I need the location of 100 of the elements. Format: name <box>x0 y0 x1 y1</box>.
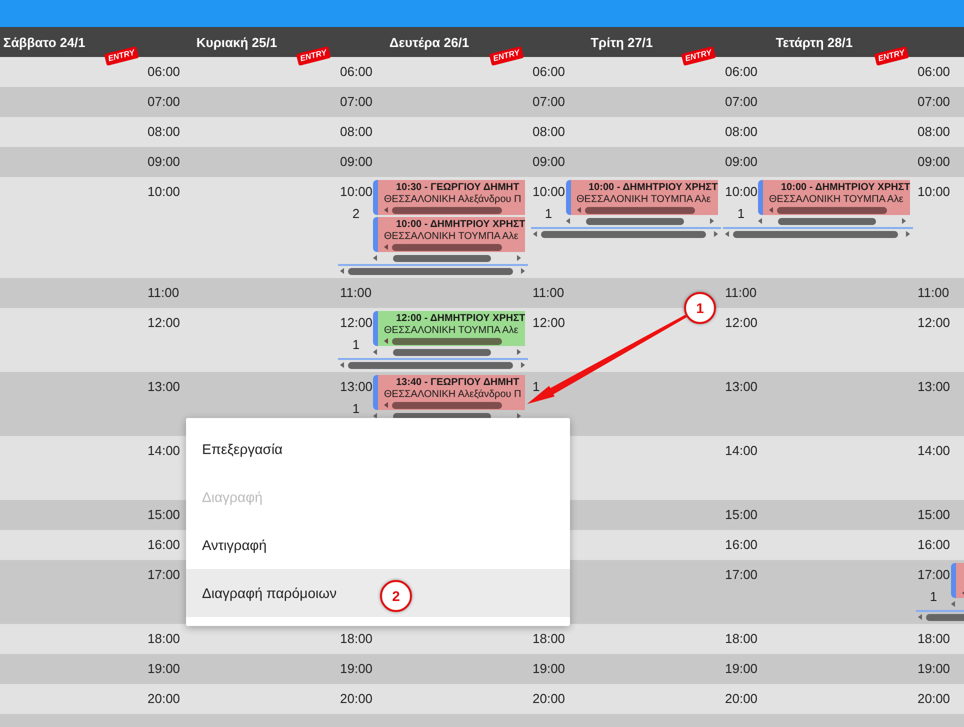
time-label: 17:00 <box>148 567 180 583</box>
time-label: 11:00 <box>918 285 950 301</box>
event-title: 10:30 - ΓΕΩΡΓΙΟΥ ΔΗΜΗΤ <box>395 182 520 194</box>
time-label: 20:00 <box>918 691 950 707</box>
event-card[interactable]: 12:00 - ΔΗΜΗΤΡΙΟΥ ΧΡΗΣΤ ΘΕΣΣΑΛΟΝΙΚΗ ΤΟΥΜΠΑ Αλε <box>373 311 525 346</box>
event-title: 10:00 - ΔΗΜΗΤΡΙΟΥ ΧΡΗΣΤ <box>588 182 718 194</box>
time-label: 19:00 <box>918 661 950 677</box>
time-label: 07:00 <box>340 94 372 110</box>
time-label: 16:00 <box>918 537 950 553</box>
time-label: 14:00 <box>918 443 950 459</box>
time-label: 18:00 <box>918 631 950 647</box>
time-label: 14:00 <box>148 443 180 459</box>
event-count: 1 <box>352 401 360 417</box>
time-label: 09:00 <box>725 154 757 170</box>
day-heading: Κυριακή 25/1 <box>196 34 278 50</box>
time-label: 12:00 <box>340 315 372 331</box>
event-card[interactable]: 10:00 - ΔΗΜΗΤΡΙΟΥ ΧΡΗΣΤ ΘΕΣΣΑΛΟΝΙΚΗ ΤΟΥΜΠΑ Αλε <box>758 180 910 215</box>
time-label: 07:00 <box>725 94 757 110</box>
time-label: 07:00 <box>532 94 564 110</box>
event-count: 2 <box>352 206 360 222</box>
time-label: 08:00 <box>918 124 950 140</box>
event-card[interactable]: 10:30 - ΓΕΩΡΓΙΟΥ ΔΗΜΗΤ ΘΕΣΣΑΛΟΝΙΚΗ Αλεξάνδρου Π <box>373 180 525 215</box>
day-heading: Τρίτη 27/1 <box>590 34 653 50</box>
event-location: ΘΕΣΣΑΛΟΝΙΚΗ ΤΟΥΜΠΑ Αλε <box>384 231 520 243</box>
time-label: 09:00 <box>340 154 372 170</box>
time-label: 15:00 <box>918 507 950 523</box>
time-label: 10:00 <box>918 184 950 200</box>
time-label: 14:00 <box>725 443 757 459</box>
time-label: 10:00 <box>148 184 180 200</box>
time-label: 16:00 <box>148 537 180 553</box>
event-count: 1 <box>544 206 552 222</box>
time-label: 08:00 <box>148 124 180 140</box>
time-label: 08:00 <box>532 124 564 140</box>
day-heading: Τετάρτη 28/1 <box>776 34 853 50</box>
event-title: 13:40 - ΓΕΩΡΓΙΟΥ ΔΗΜΗΤ <box>395 377 520 389</box>
event-location: ΘΕΣΣΑΛΟΝΙΚΗ ΤΟΥΜΠΑ Αλε <box>769 194 904 206</box>
time-label: 11:00 <box>148 285 180 301</box>
time-label: 06:00 <box>918 64 950 80</box>
time-label: 10:00 <box>340 184 372 200</box>
time-label: 12:00 <box>532 315 564 331</box>
menu-item[interactable]: Αντιγραφή <box>186 521 570 569</box>
time-label: 20:00 <box>340 691 372 707</box>
time-label: 11:00 <box>340 285 372 301</box>
time-label: 11:00 <box>725 285 757 301</box>
event-location: ΘΕΣΣΑΛΟΝΙΚΗ ΤΟΥΜΠΑ Αλε <box>576 194 712 206</box>
time-label: 15:00 <box>148 507 180 523</box>
time-label: 13:00 <box>148 379 180 395</box>
time-label: 06:00 <box>532 64 564 80</box>
time-label: 20:00 <box>532 691 564 707</box>
time-label: 12:00 <box>918 315 950 331</box>
time-label: 20:00 <box>725 691 757 707</box>
event-card[interactable]: 10:00 - ΔΗΜΗΤΡΙΟΥ ΧΡΗΣΤ ΘΕΣΣΑΛΟΝΙΚΗ ΤΟΥΜΠΑ Αλε <box>373 217 525 252</box>
time-label: 10:00 <box>532 184 564 200</box>
day-heading: Σάββατο 24/1 <box>3 34 86 50</box>
day-heading: Δευτέρα 26/1 <box>389 34 470 50</box>
time-label: 07:00 <box>918 94 950 110</box>
event-title: 10:00 - ΔΗΜΗΤΡΙΟΥ ΧΡΗΣΤ <box>780 182 910 194</box>
event-count: 1 <box>352 337 360 353</box>
time-label: 13:00 <box>918 379 950 395</box>
time-label: 18:00 <box>340 631 372 647</box>
menu-item[interactable]: Επεξεργασία <box>186 425 570 473</box>
event-location: ΘΕΣΣΑΛΟΝΙΚΗ Αλεξάνδρου Π <box>384 194 522 206</box>
time-label: 09:00 <box>148 154 180 170</box>
event-card[interactable]: 13:40 - ΓΕΩΡΓΙΟΥ ΔΗΜΗΤ ΘΕΣΣΑΛΟΝΙΚΗ Αλεξάνδρου Π <box>373 375 525 410</box>
time-label: 18:00 <box>148 631 180 647</box>
event-location: ΘΕΣΣΑΛΟΝΙΚΗ ΤΟΥΜΠΑ Αλε <box>384 325 520 337</box>
event-location: ΘΕΣΣΑΛΟΝΙΚΗ Αλεξάνδρου Π <box>384 389 522 401</box>
event-count: 1 <box>930 589 938 605</box>
time-label: 12:00 <box>148 315 180 331</box>
time-label: 06:00 <box>148 64 180 80</box>
time-label: 19:00 <box>532 661 564 677</box>
event-count: 1 <box>737 206 745 222</box>
time-label: 13:00 <box>340 379 372 395</box>
time-label: 20:00 <box>148 691 180 707</box>
time-label: 08:00 <box>340 124 372 140</box>
time-label: 06:00 <box>340 64 372 80</box>
time-label: 17:00 <box>918 567 950 583</box>
time-label: 19:00 <box>340 661 372 677</box>
event-title: 12:00 - ΔΗΜΗΤΡΙΟΥ ΧΡΗΣΤ <box>395 313 525 325</box>
time-label: 06:00 <box>725 64 757 80</box>
time-label: 18:00 <box>725 631 757 647</box>
time-label: 17:00 <box>725 567 757 583</box>
scrollbar[interactable] <box>340 361 525 369</box>
time-label: 18:00 <box>532 631 564 647</box>
time-label: 12:00 <box>725 315 757 331</box>
time-label: 11:00 <box>532 285 564 301</box>
event-title: 10:00 - ΔΗΜΗΤΡΙΟΥ ΧΡΗΣΤ <box>395 219 525 231</box>
event-card[interactable]: 10:00 - ΔΗΜΗΤΡΙΟΥ ΧΡΗΣΤ ΘΕΣΣΑΛΟΝΙΚΗ ΤΟΥΜΠΑ Αλε <box>566 180 718 215</box>
time-label: 09:00 <box>918 154 950 170</box>
scrollbar[interactable] <box>725 230 910 238</box>
time-label: 13:00 <box>725 379 757 395</box>
time-label: 10:00 <box>725 184 757 200</box>
time-label: 19:00 <box>148 661 180 677</box>
scrollbar[interactable] <box>532 230 718 238</box>
time-label: 15:00 <box>725 507 757 523</box>
scrollbar[interactable] <box>340 267 525 275</box>
time-label: 08:00 <box>725 124 757 140</box>
time-label: 1 <box>532 379 541 395</box>
time-label: 19:00 <box>725 661 757 677</box>
time-label: 09:00 <box>532 154 564 170</box>
